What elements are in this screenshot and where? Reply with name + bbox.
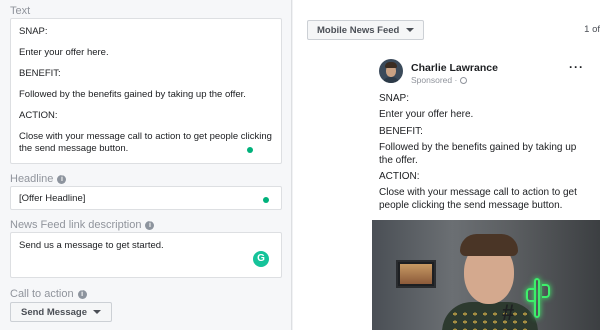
post-video-thumbnail[interactable]: # [372,220,600,330]
headline-value: [Offer Headline] [19,193,86,204]
description-label-text: News Feed link description [10,219,142,231]
text-line: ACTION: [19,110,58,121]
post-line: Followed by the benefits gained by takin… [379,142,577,166]
placement-value: Mobile News Feed [317,24,400,36]
post-line: ACTION: [379,171,420,183]
info-icon[interactable]: i [77,289,87,299]
globe-icon [460,76,468,84]
headline-label: Headline i [10,173,67,185]
status-dot-icon [263,197,269,203]
call-to-action-dropdown[interactable]: Send Message [10,302,112,322]
placement-dropdown[interactable]: Mobile News Feed [307,20,425,40]
sponsored-text: Sponsored · [411,75,458,85]
sponsored-label: Sponsored · [411,75,468,85]
more-options-icon[interactable]: ··· [569,60,584,74]
chevron-down-icon [93,310,101,314]
news-feed-post: Charlie Lawrance Sponsored · ··· SNAP: E… [372,56,600,330]
cta-label: Call to action i [10,288,87,300]
headline-field[interactable]: [Offer Headline] [10,186,282,210]
cta-label-text: Call to action [10,288,74,300]
avatar[interactable] [379,59,403,83]
primary-text-field[interactable]: SNAP: Enter your offer here. BENEFIT: Fo… [10,18,282,164]
chevron-down-icon [406,28,415,32]
ad-preview-panel: Mobile News Feed 1 of Charlie Lawrance S… [293,0,600,330]
text-label-text: Text [10,5,31,17]
post-author[interactable]: Charlie Lawrance [411,62,498,74]
post-line: BENEFIT: [379,125,423,137]
text-line: SNAP: [19,26,48,37]
neon-cactus-decor [534,278,540,318]
text-line: Enter your offer here. [19,47,109,58]
text-line: Close with your message call to action t… [19,131,272,154]
post-line: Close with your message call to action t… [379,187,577,211]
preview-page-count: 1 of [584,24,600,35]
info-icon[interactable]: i [145,220,155,230]
text-line: Followed by the benefits gained by takin… [19,89,246,100]
description-value: Send us a message to get started. [19,240,164,251]
status-dot-icon [247,147,253,153]
ad-editor-panel: Text SNAP: Enter your offer here. BENEFI… [0,0,292,330]
headline-label-text: Headline [10,173,54,185]
post-body: SNAP: Enter your offer here. BENEFIT: Fo… [379,93,593,216]
post-line: SNAP: [379,93,410,104]
grammarly-icon[interactable]: G [253,251,269,267]
monitor-decor [396,260,436,288]
cta-value: Send Message [21,306,87,318]
hashtag-decor: # [502,300,515,325]
post-line: Enter your offer here. [379,109,474,121]
text-line: BENEFIT: [19,68,61,79]
description-label: News Feed link description i [10,219,155,231]
text-label: Text [10,5,30,17]
link-description-field[interactable]: Send us a message to get started. G [10,232,282,278]
ad-editor-screen: Text SNAP: Enter your offer here. BENEFI… [0,0,600,330]
info-icon[interactable]: i [57,174,67,184]
